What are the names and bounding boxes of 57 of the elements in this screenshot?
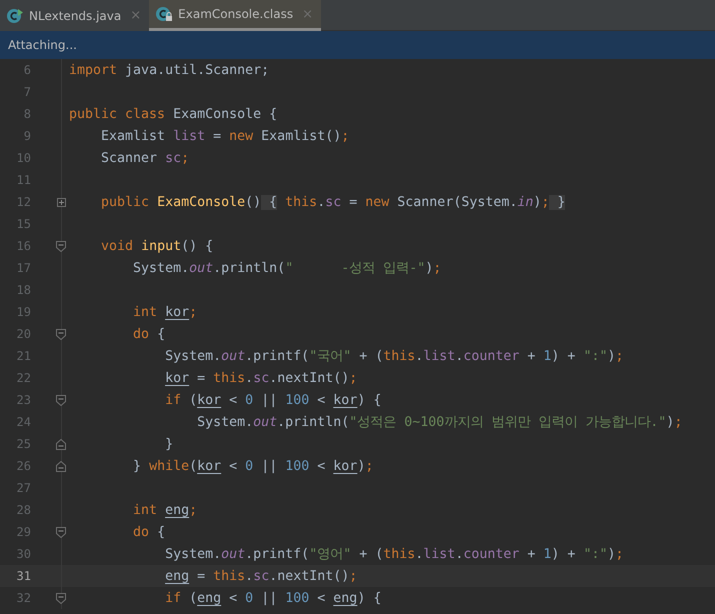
line-number: 11: [16, 173, 31, 187]
editor-tab[interactable]: ExamConsole.class ×: [149, 0, 322, 31]
code-line: if (eng < 0 || 100 < eng) {: [164, 590, 382, 606]
code-line: kor = this.sc.nextInt();: [164, 370, 358, 386]
code-line: do {: [132, 524, 166, 540]
line-number: 24: [16, 415, 31, 429]
line-number: 21: [16, 349, 31, 363]
notification-text: Attaching...: [8, 38, 77, 52]
code-line: void input() {: [100, 238, 214, 254]
collapse-icon[interactable]: [56, 394, 66, 406]
line-number: 32: [16, 591, 31, 605]
line-number: 12: [16, 195, 31, 209]
fold-end-icon[interactable]: [56, 438, 66, 450]
line-number: 6: [22, 63, 31, 77]
code-line: import java.util.Scanner;: [69, 62, 270, 78]
code-line: int eng;: [132, 502, 198, 518]
line-number: 15: [16, 217, 31, 231]
collapse-icon[interactable]: [56, 328, 66, 340]
code-line: if (kor < 0 || 100 < kor) {: [164, 392, 382, 408]
line-number: 30: [16, 547, 31, 561]
code-line: System.out.println("성적은 0~100까지의 범위만 입력이 가능합니다.");: [196, 414, 682, 431]
class-locked-icon: [155, 6, 174, 22]
code-line: public class ExamConsole {: [69, 106, 278, 122]
code-line: } while(kor < 0 || 100 < kor);: [132, 458, 374, 474]
collapse-icon[interactable]: [56, 592, 66, 604]
line-number: 22: [16, 371, 31, 385]
line-number: 20: [16, 327, 31, 341]
code-line: System.out.printf("국어" + (this.list.counter + 1) + ":");: [164, 348, 624, 365]
collapse-icon[interactable]: [56, 240, 66, 252]
class-run-icon: [6, 8, 24, 24]
line-number: 19: [16, 305, 31, 319]
line-number: 29: [16, 525, 31, 539]
code-line: Scanner sc;: [100, 150, 190, 166]
line-number: 10: [16, 151, 31, 165]
code-line: do {: [132, 326, 166, 342]
fold-end-icon[interactable]: [56, 460, 66, 472]
line-number: 7: [22, 85, 31, 99]
code-line: Examlist list = new Examlist();: [100, 128, 350, 144]
code-line: int kor;: [132, 304, 198, 320]
line-number: 23: [16, 393, 31, 407]
line-number: 25: [16, 437, 31, 451]
expand-icon[interactable]: [57, 198, 66, 206]
line-number: 28: [16, 503, 31, 517]
line-number: 16: [16, 239, 31, 253]
collapse-icon[interactable]: [56, 526, 66, 538]
line-number: 17: [16, 261, 31, 275]
line-number: 18: [16, 283, 31, 297]
line-number: 8: [22, 107, 31, 121]
line-number: 9: [22, 129, 31, 143]
line-number: 27: [16, 481, 31, 495]
code-line: System.out.println(" -성적 입력-");: [132, 260, 442, 277]
line-number: 26: [16, 459, 31, 473]
code-line: System.out.printf("영어" + (this.list.counter + 1) + ":");: [164, 546, 624, 563]
line-number: 31: [16, 569, 31, 583]
code-line: eng = this.sc.nextInt();: [164, 568, 358, 584]
code-line: public ExamConsole() { this.sc = new Scanner(System.in); }: [100, 194, 566, 210]
code-line: }: [164, 436, 174, 452]
